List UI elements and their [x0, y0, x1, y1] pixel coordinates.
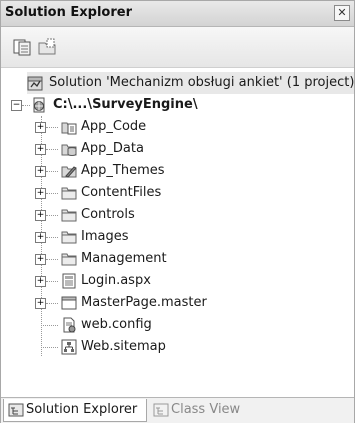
app-data-folder-icon	[61, 144, 77, 156]
title-bar: Solution Explorer ✕	[1, 1, 354, 27]
tree-item-label: App_Data	[81, 141, 144, 156]
show-all-files-button[interactable]	[38, 38, 56, 56]
tree-item-app-code[interactable]: + App_Code	[35, 116, 354, 138]
properties-icon	[13, 39, 31, 56]
tree-item-login-aspx[interactable]: + Login.aspx	[35, 270, 354, 292]
expand-icon[interactable]: +	[35, 232, 46, 243]
tree-connector	[46, 149, 58, 150]
tab-label: Class View	[171, 402, 241, 417]
collapse-icon[interactable]: −	[11, 100, 22, 111]
expand-icon[interactable]: +	[35, 166, 46, 177]
tree-connector	[41, 325, 58, 326]
tree-item-label: MasterPage.master	[81, 295, 207, 310]
tree-item-label: web.config	[81, 317, 152, 332]
app-code-folder-icon	[61, 122, 77, 135]
close-icon: ✕	[337, 6, 347, 19]
tree-item-management[interactable]: + Management	[35, 248, 354, 270]
project-node[interactable]: − C:\...\SurveyEngine\	[11, 94, 354, 116]
tree-item-label: App_Themes	[81, 163, 165, 178]
expand-icon[interactable]: +	[35, 210, 46, 221]
tree-connector	[46, 127, 58, 128]
tree-connector	[46, 303, 58, 304]
tree-item-contentfiles[interactable]: + ContentFiles	[35, 182, 354, 204]
solution-explorer-window: Solution Explorer ✕ Solution 'Mechanizm …	[0, 0, 355, 423]
folder-icon	[61, 253, 77, 266]
tree-item-controls[interactable]: + Controls	[35, 204, 354, 226]
expand-icon[interactable]: +	[35, 254, 46, 265]
tree-connector	[41, 347, 58, 348]
tree-connector	[22, 105, 30, 106]
expand-icon[interactable]: +	[35, 144, 46, 155]
tree-item-app-themes[interactable]: + App_Themes	[35, 160, 354, 182]
tree-item-images[interactable]: + Images	[35, 226, 354, 248]
project-label: C:\...\SurveyEngine\	[53, 94, 198, 116]
project-name: SurveyEngine	[92, 97, 193, 112]
tree-item-label: Management	[81, 251, 167, 266]
properties-button[interactable]	[13, 38, 31, 56]
tree-item-app-data[interactable]: + App_Data	[35, 138, 354, 160]
tree-connector	[46, 171, 58, 172]
master-page-icon	[61, 296, 77, 310]
app-themes-folder-icon	[61, 166, 77, 178]
toolbar	[1, 27, 354, 68]
aspx-file-icon	[62, 273, 76, 289]
project-path-suffix: \	[192, 97, 198, 112]
tree-item-web-sitemap[interactable]: Web.sitemap	[35, 336, 354, 358]
tab-class-view[interactable]: Class View	[149, 399, 259, 421]
tree-item-label: Controls	[81, 207, 135, 222]
config-file-icon	[63, 317, 76, 333]
class-view-icon	[153, 403, 169, 417]
tree-item-label: App_Code	[81, 119, 147, 134]
tree-item-label: Login.aspx	[81, 273, 151, 288]
expand-icon[interactable]: +	[35, 276, 46, 287]
tree-item-label: ContentFiles	[81, 185, 162, 200]
solution-icon	[27, 76, 43, 91]
tree-connector	[46, 281, 58, 282]
solution-label: Solution 'Mechanizm obsługi ankiet' (1 p…	[49, 75, 355, 90]
solution-tree[interactable]: Solution 'Mechanizm obsługi ankiet' (1 p…	[1, 68, 354, 388]
tree-connector	[46, 193, 58, 194]
project-path-prefix: C:\...\	[53, 97, 93, 112]
panel-title: Solution Explorer	[5, 5, 132, 20]
expand-icon[interactable]: +	[35, 188, 46, 199]
close-button[interactable]: ✕	[334, 5, 350, 21]
folder-icon	[61, 231, 77, 244]
expand-icon[interactable]: +	[35, 298, 46, 309]
folder-icon	[61, 209, 77, 222]
bottom-tab-bar: Solution Explorer Class View	[1, 397, 354, 423]
expand-icon[interactable]: +	[35, 122, 46, 133]
website-project-icon	[33, 97, 45, 113]
sitemap-file-icon	[61, 339, 77, 355]
tab-label: Solution Explorer	[26, 402, 138, 417]
tree-connector	[46, 259, 58, 260]
tab-solution-explorer[interactable]: Solution Explorer	[3, 399, 147, 422]
tree-item-label: Images	[81, 229, 129, 244]
tree-item-masterpage[interactable]: + MasterPage.master	[35, 292, 354, 314]
solution-node[interactable]: Solution 'Mechanizm obsługi ankiet' (1 p…	[27, 72, 354, 94]
show-all-files-icon	[38, 38, 56, 55]
tree-item-label: Web.sitemap	[81, 339, 166, 354]
tree-connector	[46, 237, 58, 238]
tree-item-web-config[interactable]: web.config	[35, 314, 354, 336]
tree-connector	[46, 215, 58, 216]
solution-explorer-icon	[8, 403, 24, 417]
folder-icon	[61, 187, 77, 200]
